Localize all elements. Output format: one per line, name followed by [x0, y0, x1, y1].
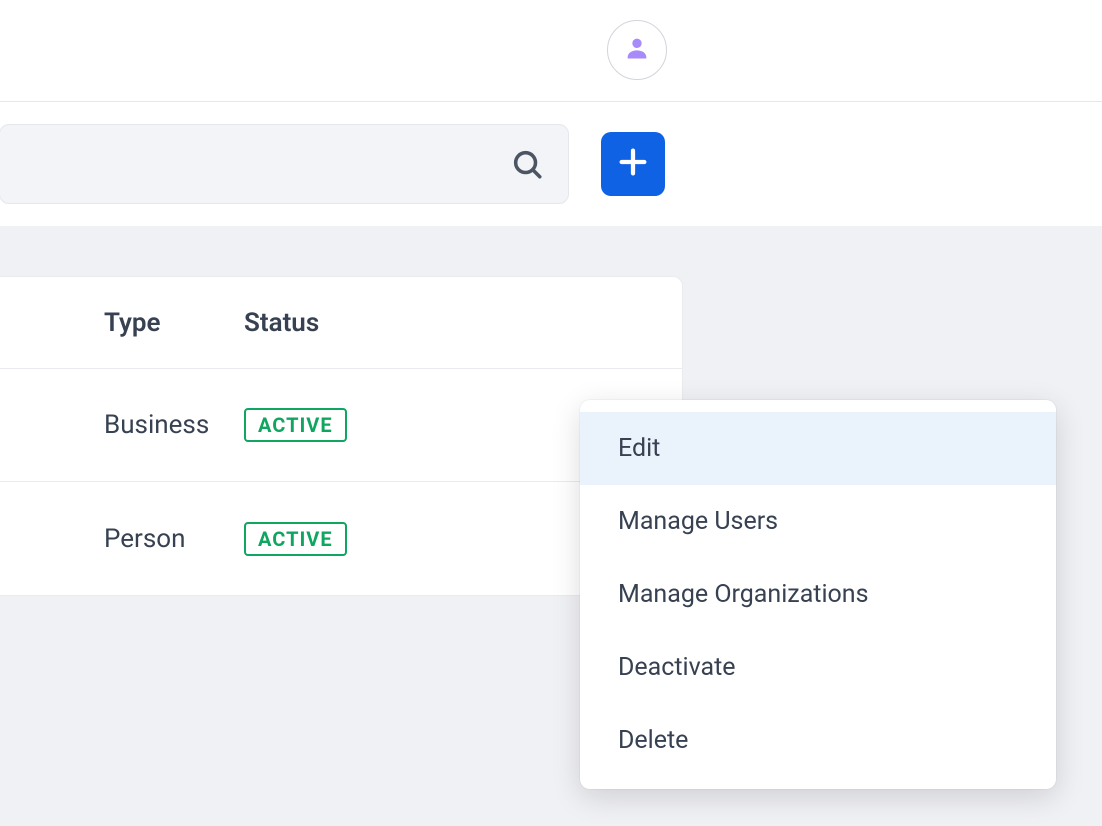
- search-box[interactable]: [0, 124, 569, 204]
- search-icon: [510, 147, 544, 181]
- cell-type: Business: [0, 410, 244, 440]
- status-badge: ACTIVE: [244, 522, 347, 556]
- header: [0, 0, 1102, 102]
- status-badge: ACTIVE: [244, 408, 347, 442]
- plus-icon: [616, 145, 650, 183]
- context-menu: Edit Manage Users Manage Organizations D…: [580, 400, 1056, 789]
- cell-status: ACTIVE: [244, 522, 488, 556]
- menu-item-manage-users[interactable]: Manage Users: [580, 485, 1056, 558]
- search-input[interactable]: [0, 125, 510, 203]
- cell-status: ACTIVE: [244, 408, 488, 442]
- toolbar: [0, 102, 1102, 226]
- table-header-row: Type Status: [0, 277, 682, 369]
- cell-type: Person: [0, 524, 244, 554]
- col-header-type: Type: [0, 308, 244, 338]
- menu-item-edit[interactable]: Edit: [580, 412, 1056, 485]
- col-header-status: Status: [244, 308, 488, 338]
- avatar[interactable]: [607, 20, 667, 80]
- menu-item-delete[interactable]: Delete: [580, 704, 1056, 777]
- add-button[interactable]: [601, 132, 665, 196]
- menu-item-manage-organizations[interactable]: Manage Organizations: [580, 558, 1056, 631]
- person-icon: [623, 34, 651, 66]
- menu-item-deactivate[interactable]: Deactivate: [580, 631, 1056, 704]
